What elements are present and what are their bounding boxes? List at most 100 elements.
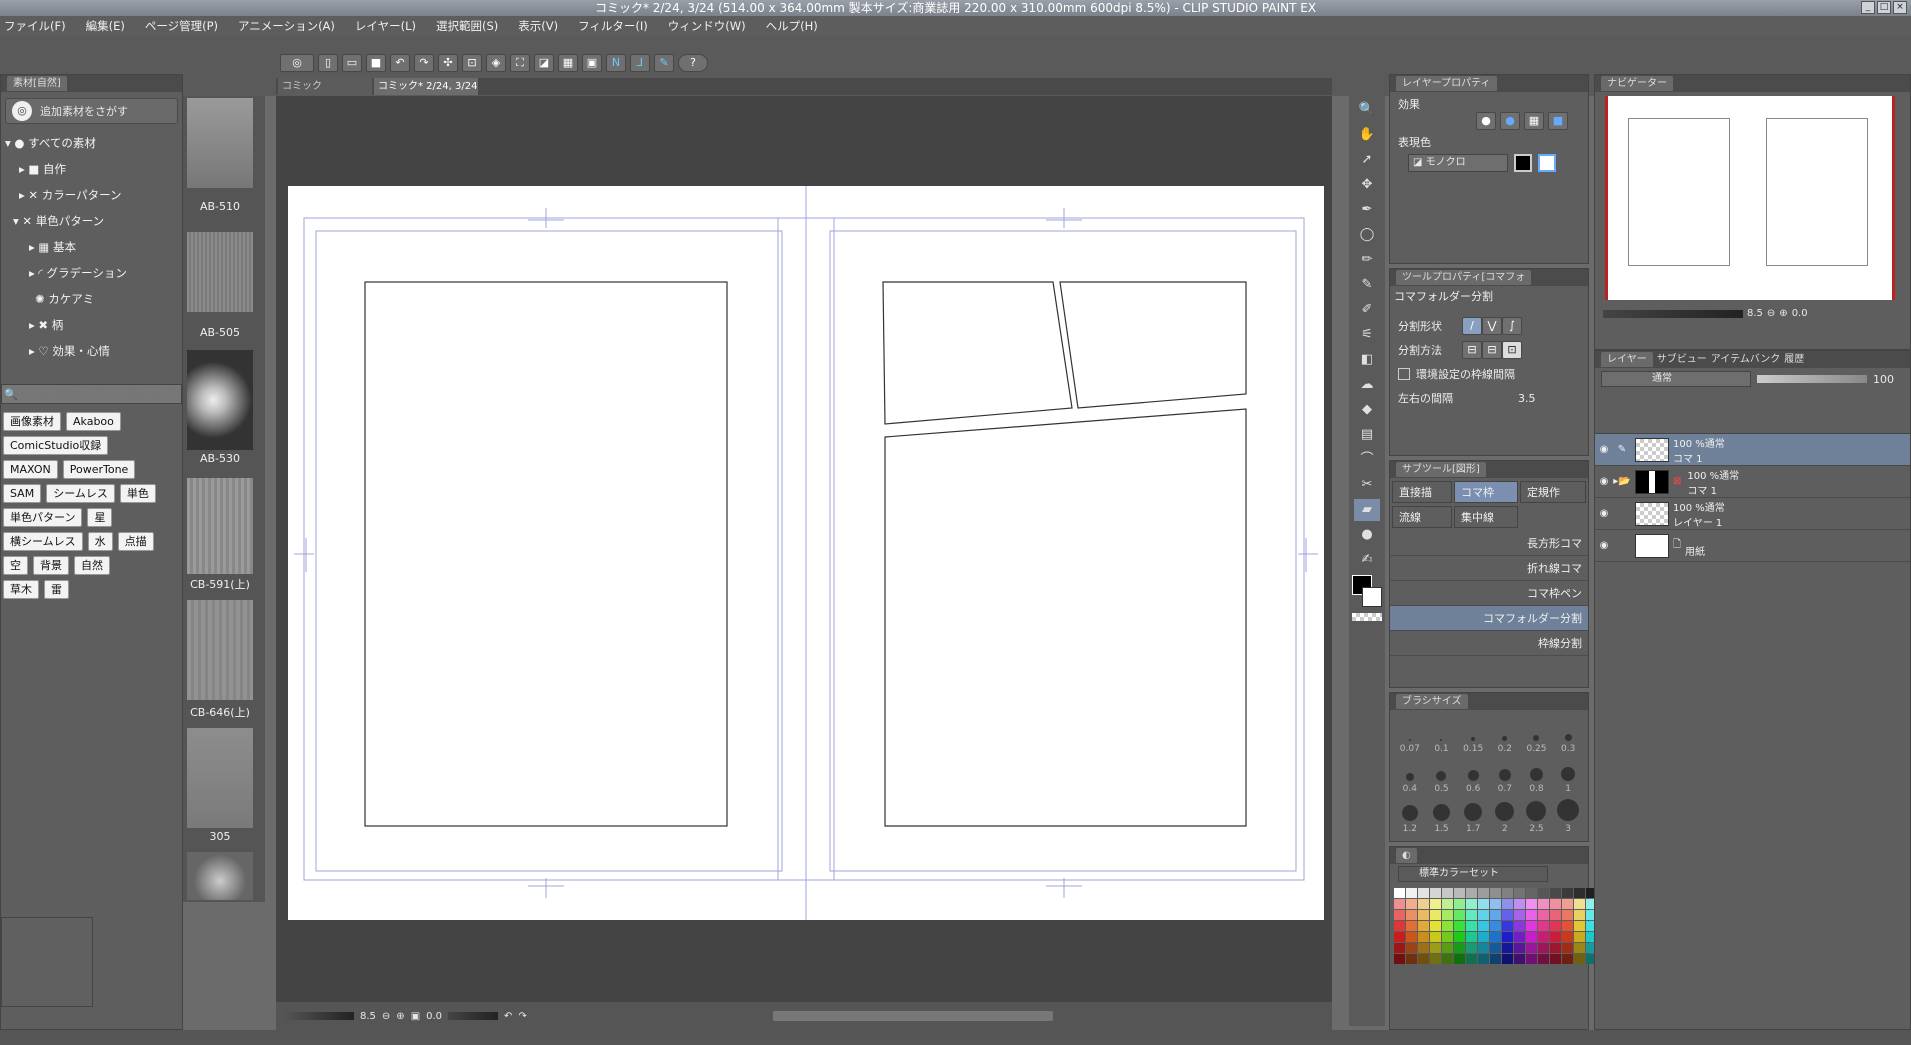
color-swatch[interactable]: [1490, 910, 1501, 920]
snap-ruler-icon[interactable]: ◪: [534, 54, 554, 72]
color-swatch[interactable]: [1562, 921, 1573, 931]
color-swatch[interactable]: [1562, 932, 1573, 942]
color-swatch[interactable]: [1562, 943, 1573, 953]
method-2-icon[interactable]: ⊟: [1482, 341, 1502, 359]
color-swatch[interactable]: [1430, 899, 1441, 909]
color-swatch[interactable]: [1526, 932, 1537, 942]
color-swatch[interactable]: [1466, 954, 1477, 964]
ruler-icon[interactable]: N: [606, 54, 626, 72]
eye-icon[interactable]: ◉: [1595, 508, 1613, 519]
hand-icon[interactable]: ✋: [1354, 124, 1380, 146]
color-swatch[interactable]: [1466, 921, 1477, 931]
menu-animation[interactable]: アニメーション(A): [238, 18, 335, 34]
subtool-item-active[interactable]: コマフォルダー分割: [1390, 606, 1588, 631]
blend-mode-select[interactable]: 通常: [1601, 371, 1751, 387]
doc-tab[interactable]: コミック: [278, 78, 372, 95]
menu-window[interactable]: ウィンドウ(W): [668, 18, 746, 34]
color-swatch[interactable]: [1574, 888, 1585, 898]
rotate-slider[interactable]: [448, 1012, 499, 1020]
tab-layer[interactable]: レイヤー: [1601, 352, 1653, 367]
color-swatch[interactable]: [1466, 943, 1477, 953]
color-swatch[interactable]: [1394, 932, 1405, 942]
menu-layer[interactable]: レイヤー(L): [355, 18, 416, 34]
color-swatch[interactable]: [1466, 910, 1477, 920]
color-swatch[interactable]: [1406, 888, 1417, 898]
material-search-field[interactable]: 🔍: [1, 384, 182, 404]
doc-tab-active[interactable]: コミック* 2/24, 3/24: [374, 78, 478, 95]
color-swatch[interactable]: [1550, 943, 1561, 953]
transparent-color-chip[interactable]: [1352, 613, 1382, 621]
color-swatch[interactable]: [1418, 932, 1429, 942]
maximize-button[interactable]: □: [1877, 1, 1891, 14]
color-swatch[interactable]: [1442, 954, 1453, 964]
color-swatch[interactable]: [1538, 954, 1549, 964]
text-icon[interactable]: ●: [1354, 524, 1380, 546]
straight-shape-icon[interactable]: /: [1462, 317, 1482, 335]
brush-size-item[interactable]: 0.15: [1457, 714, 1489, 754]
color-swatch[interactable]: [1490, 888, 1501, 898]
color-swatch[interactable]: [1442, 888, 1453, 898]
layer-row[interactable]: ◉ 🗋 用紙: [1595, 530, 1910, 562]
snap-special-icon[interactable]: ▣: [582, 54, 602, 72]
airbrush-icon[interactable]: ⚟: [1354, 324, 1380, 346]
white-color-button[interactable]: [1538, 154, 1556, 172]
color-swatch[interactable]: [1442, 943, 1453, 953]
tag[interactable]: 水: [87, 532, 113, 551]
menu-view[interactable]: 表示(V): [518, 18, 558, 34]
tree-item-mono-pattern[interactable]: ▾ ✕ 単色パターン: [5, 208, 182, 234]
color-swatch[interactable]: [1574, 899, 1585, 909]
tab-history[interactable]: 履歴: [1784, 351, 1804, 368]
color-swatch[interactable]: [1454, 954, 1465, 964]
color-swatch[interactable]: [1574, 921, 1585, 931]
color-swatch[interactable]: [1406, 910, 1417, 920]
transform-icon[interactable]: ⊡: [462, 54, 482, 72]
color-swatch[interactable]: [1514, 910, 1525, 920]
clip-studio-icon[interactable]: ◎: [280, 54, 314, 72]
undo-icon[interactable]: ↶: [390, 54, 410, 72]
brush-size-item[interactable]: 0.07: [1394, 714, 1426, 754]
color-swatch[interactable]: [1490, 954, 1501, 964]
subtool-item[interactable]: 枠線分割: [1390, 631, 1588, 656]
tree-item-own[interactable]: ▸ ■ 自作: [5, 156, 182, 182]
tree-item-color-pattern[interactable]: ▸ ✕ カラーパターン: [5, 182, 182, 208]
curve-shape-icon[interactable]: ∫: [1502, 317, 1522, 335]
color-swatch[interactable]: [1478, 899, 1489, 909]
color-swatch[interactable]: [1418, 921, 1429, 931]
snap-line-icon[interactable]: ⅃: [630, 54, 650, 72]
method-3-icon[interactable]: ⊡: [1502, 341, 1522, 359]
blend-icon[interactable]: ☁: [1354, 374, 1380, 396]
color-swatch[interactable]: [1514, 943, 1525, 953]
color-swatch[interactable]: [1538, 910, 1549, 920]
color-swatch[interactable]: [1466, 888, 1477, 898]
tag[interactable]: 単色パターン: [3, 508, 83, 527]
color-swatch[interactable]: [1478, 943, 1489, 953]
color-swatch[interactable]: [1454, 932, 1465, 942]
tag[interactable]: 雷: [44, 580, 69, 599]
brush-size-item[interactable]: 2.5: [1521, 794, 1553, 834]
material-thumb[interactable]: [187, 478, 253, 574]
color-swatch[interactable]: [1562, 910, 1573, 920]
color-swatch[interactable]: [1406, 954, 1417, 964]
color-swatch[interactable]: [1430, 932, 1441, 942]
color-swatch[interactable]: [1502, 899, 1513, 909]
brush-size-item[interactable]: 0.3: [1552, 714, 1584, 754]
color-swatch[interactable]: [1490, 921, 1501, 931]
pen-icon[interactable]: ✏: [1354, 249, 1380, 271]
color-swatch[interactable]: [1394, 888, 1405, 898]
save-icon[interactable]: ■: [366, 54, 386, 72]
color-swatch[interactable]: [1502, 943, 1513, 953]
color-swatch[interactable]: [1538, 888, 1549, 898]
color-swatch[interactable]: [1502, 910, 1513, 920]
menu-selection[interactable]: 選択範囲(S): [436, 18, 498, 34]
color-swatch[interactable]: [1502, 932, 1513, 942]
color-swatch[interactable]: [1562, 899, 1573, 909]
snap-grid-icon[interactable]: ▦: [558, 54, 578, 72]
color-swatch[interactable]: [1406, 943, 1417, 953]
menu-help[interactable]: ヘルプ(H): [766, 18, 818, 34]
tone-icon[interactable]: ▦: [1524, 112, 1544, 130]
material-thumb[interactable]: [187, 232, 253, 312]
tag[interactable]: MAXON: [3, 460, 58, 479]
color-swatch[interactable]: [1574, 943, 1585, 953]
color-swatch[interactable]: [1394, 910, 1405, 920]
brush-size-item[interactable]: 1.7: [1457, 794, 1489, 834]
